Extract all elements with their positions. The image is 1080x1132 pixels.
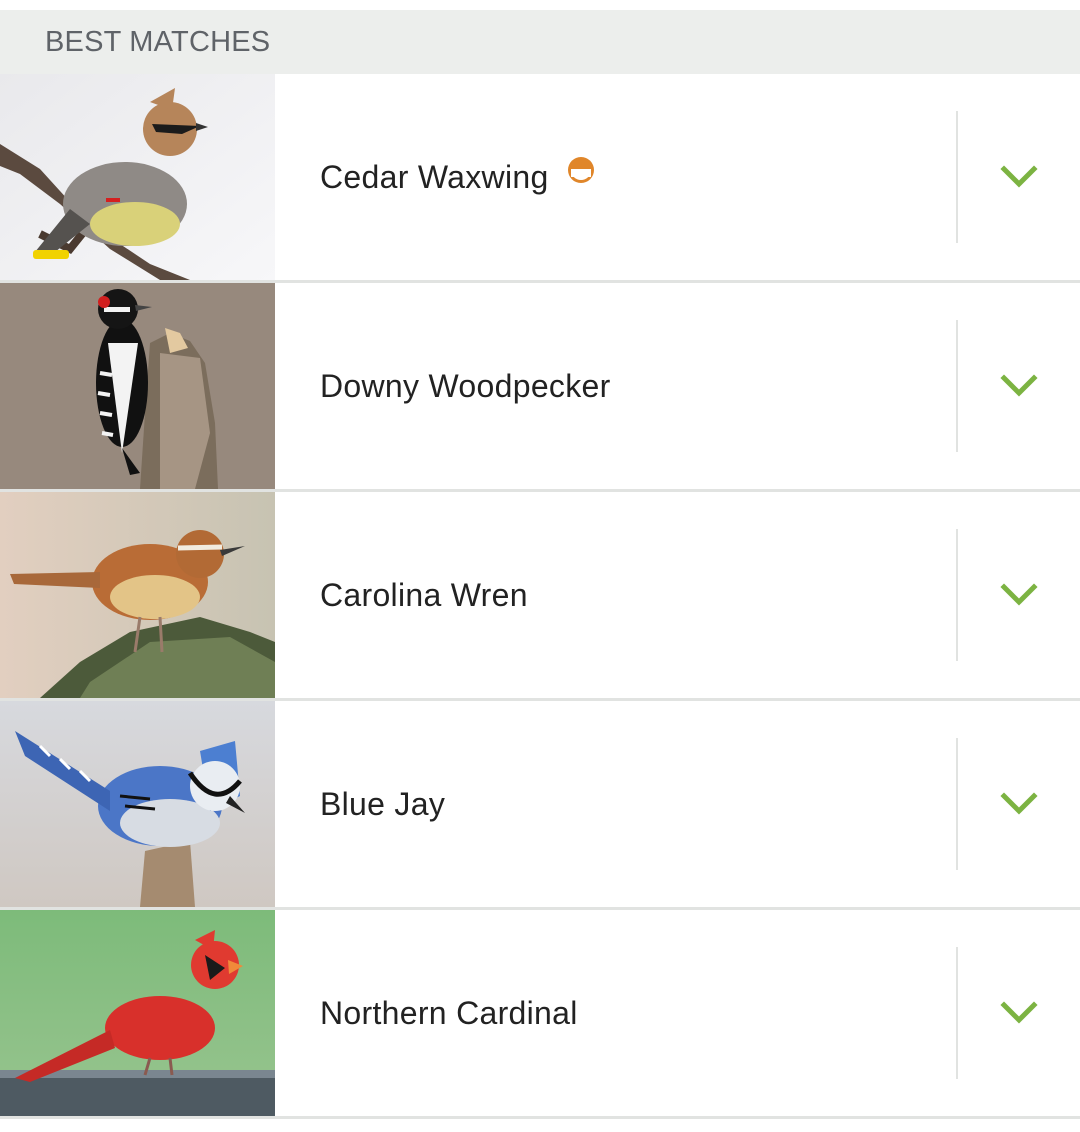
species-name: Downy Woodpecker xyxy=(320,367,611,404)
northern-cardinal-photo xyxy=(0,910,275,1116)
expand-button[interactable] xyxy=(958,492,1080,698)
blue-jay-photo xyxy=(0,701,275,907)
species-name: Blue Jay xyxy=(320,785,446,822)
top-spacer xyxy=(0,0,1080,10)
species-name: Carolina Wren xyxy=(320,576,528,613)
chevron-down-icon xyxy=(1000,1001,1038,1024)
match-list: Cedar Waxwing Downy Woodpecker Carolina … xyxy=(0,74,1080,1119)
list-item-northern-cardinal[interactable]: Northern Cardinal xyxy=(0,910,1080,1116)
expand-button[interactable] xyxy=(958,701,1080,907)
list-item-blue-jay[interactable]: Blue Jay xyxy=(0,701,1080,907)
conservation-status-icon xyxy=(567,156,595,184)
expand-button[interactable] xyxy=(958,910,1080,1116)
expand-button[interactable] xyxy=(958,74,1080,280)
list-item-carolina-wren[interactable]: Carolina Wren xyxy=(0,492,1080,698)
list-item-downy-woodpecker[interactable]: Downy Woodpecker xyxy=(0,283,1080,489)
section-title: BEST MATCHES xyxy=(45,25,271,58)
section-header: BEST MATCHES xyxy=(0,10,1080,74)
chevron-down-icon xyxy=(1000,165,1038,188)
species-name: Cedar Waxwing xyxy=(320,158,549,195)
list-item-cedar-waxwing[interactable]: Cedar Waxwing xyxy=(0,74,1080,280)
expand-button[interactable] xyxy=(958,283,1080,489)
chevron-down-icon xyxy=(1000,374,1038,397)
downy-woodpecker-photo xyxy=(0,283,275,489)
cedar-waxwing-photo xyxy=(0,74,275,280)
species-name: Northern Cardinal xyxy=(320,994,578,1031)
chevron-down-icon xyxy=(1000,583,1038,606)
carolina-wren-photo xyxy=(0,492,275,698)
chevron-down-icon xyxy=(1000,792,1038,815)
row-divider xyxy=(0,1116,1080,1119)
